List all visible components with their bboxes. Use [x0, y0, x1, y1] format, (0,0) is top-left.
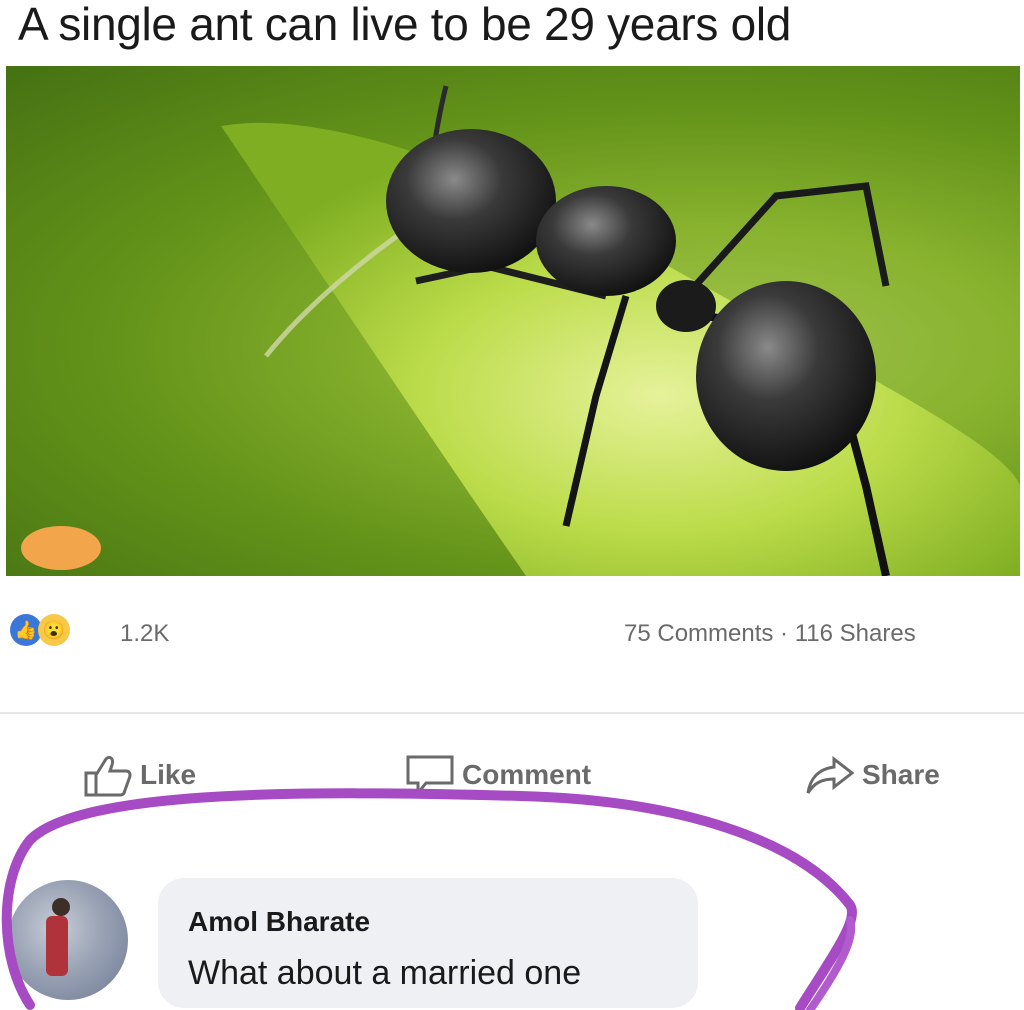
comment-item: Amol Bharate What about a married one — [0, 850, 1024, 1010]
post-image[interactable] — [6, 66, 1020, 576]
action-bar: Like Comment Share — [0, 740, 1024, 820]
thumbs-up-icon — [84, 755, 132, 797]
comment-text: What about a married one — [188, 954, 582, 992]
share-icon — [806, 755, 855, 794]
reaction-count[interactable]: 1.2K — [120, 620, 169, 648]
reactions-row: 👍 😮 1.2K 75 Comments · 116 Shares — [0, 600, 1024, 660]
comment-icon — [406, 755, 454, 797]
avatar-figure — [46, 916, 68, 976]
avatar-head — [52, 898, 70, 916]
share-button[interactable]: Share — [804, 750, 940, 800]
comments-shares-count[interactable]: 75 Comments · 116 Shares — [624, 620, 916, 648]
comment-author[interactable]: Amol Bharate — [188, 906, 370, 938]
avatar[interactable] — [8, 880, 128, 1000]
reaction-icons[interactable]: 👍 😮 — [10, 614, 110, 650]
post-screenshot: A single ant can live to be 29 years old — [0, 0, 1024, 1010]
ant-photo — [6, 66, 1020, 576]
post-title: A single ant can live to be 29 years old — [18, 0, 792, 50]
comment-button[interactable]: Comment — [404, 750, 591, 800]
comment-label: Comment — [462, 759, 592, 790]
divider — [0, 712, 1024, 714]
like-label: Like — [140, 759, 197, 790]
comment-bubble: Amol Bharate What about a married one — [158, 878, 698, 1008]
wow-reaction-icon: 😮 — [38, 614, 70, 646]
like-button[interactable]: Like — [82, 750, 196, 800]
share-label: Share — [862, 759, 940, 790]
